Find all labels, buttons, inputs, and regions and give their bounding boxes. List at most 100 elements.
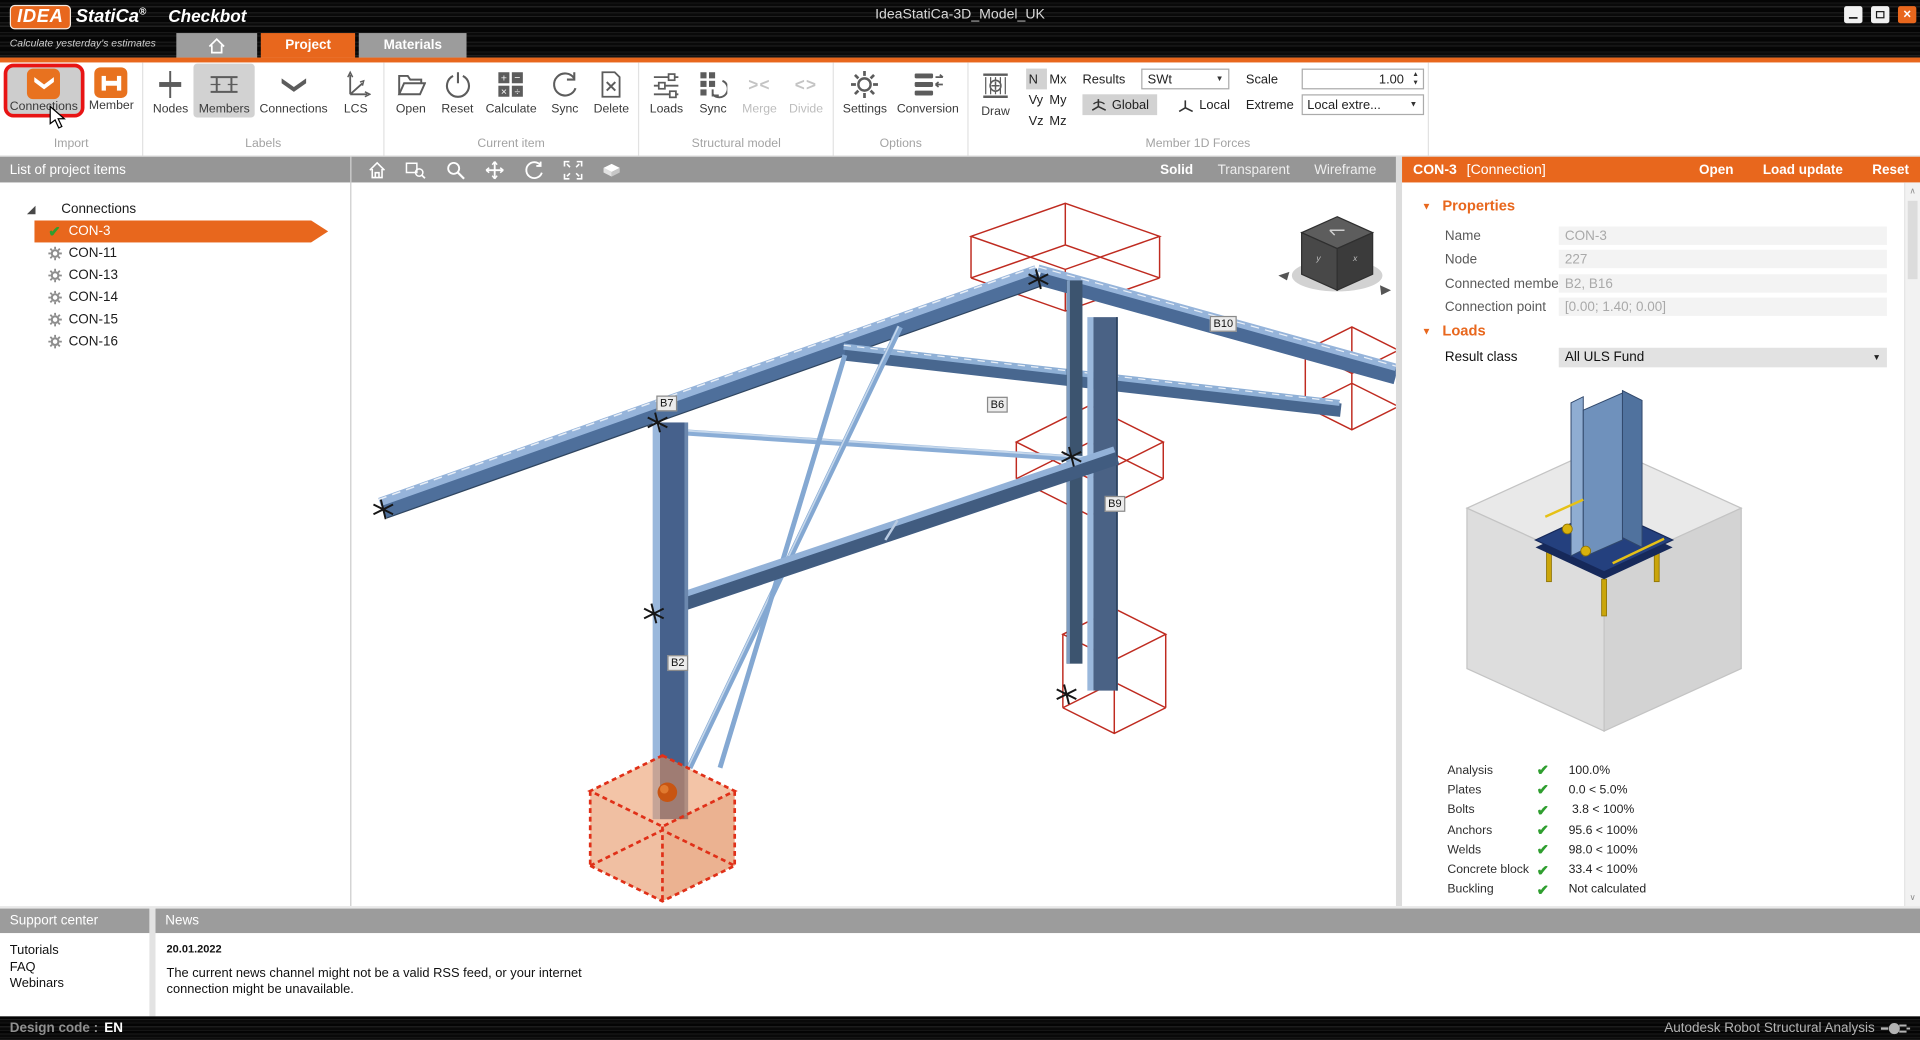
calculate-button[interactable]: + − × ÷ Calculate: [481, 64, 542, 118]
connection-name: CON-3: [1413, 162, 1457, 177]
spinner-arrows[interactable]: ▲▼: [1409, 70, 1422, 88]
collapse-icon: ▼: [1422, 325, 1432, 336]
labels-members-button[interactable]: Members: [194, 64, 255, 118]
maximize-button[interactable]: [1871, 6, 1889, 23]
scroll-up-icon[interactable]: ∧: [1905, 186, 1920, 196]
tree-item-con-3[interactable]: ✔ CON-3: [0, 220, 350, 242]
tree-item-con-14[interactable]: CON-14: [0, 287, 350, 309]
sync-model-button[interactable]: Sync: [690, 64, 737, 118]
force-component-grid: N Mx Vy My Vz Mz: [1026, 69, 1073, 131]
open-connection-button[interactable]: Open: [1699, 162, 1733, 177]
view-mode-solid[interactable]: Solid: [1160, 162, 1193, 177]
pan-icon[interactable]: [484, 159, 505, 180]
tagline: Calculate yesterday's estimates: [10, 37, 156, 49]
group-label-options: Options: [838, 137, 964, 155]
solid-brick-icon[interactable]: [601, 159, 622, 180]
sync-current-button[interactable]: Sync: [542, 64, 589, 118]
home-view-icon[interactable]: [366, 159, 387, 180]
force-mz-toggle[interactable]: Mz: [1047, 110, 1073, 131]
tree-item-con-11[interactable]: CON-11: [0, 242, 350, 264]
model-scene[interactable]: y x: [351, 182, 1395, 906]
connected-members-field[interactable]: B2, B16: [1559, 274, 1887, 292]
conversion-icon: [909, 67, 946, 101]
open-button[interactable]: Open: [388, 64, 435, 118]
divide-button[interactable]: <> Divide: [783, 64, 830, 118]
webinars-link[interactable]: Webinars: [10, 976, 140, 993]
group-label-current-item: Current item: [388, 137, 635, 155]
labels-lcs-button[interactable]: LCS: [333, 64, 380, 118]
properties-section-header[interactable]: ▼ Properties: [1422, 197, 1515, 214]
result-row-bolts: Bolts✔ 3.8 < 100%: [1402, 800, 1900, 820]
loads-button[interactable]: Loads: [643, 64, 690, 118]
merge-button[interactable]: >< Merge: [736, 64, 783, 118]
force-vy-toggle[interactable]: Vy: [1026, 89, 1047, 110]
local-axes-icon: [1178, 97, 1194, 112]
news-header: News: [156, 909, 1920, 933]
check-icon: ✔: [1537, 802, 1569, 819]
maximize-icon: [1876, 11, 1885, 18]
node-field[interactable]: 227: [1559, 250, 1887, 268]
name-field[interactable]: CON-3: [1559, 227, 1887, 245]
scrollbar-thumb[interactable]: [1908, 201, 1918, 279]
reset-connection-button[interactable]: Reset: [1872, 162, 1909, 177]
load-update-button[interactable]: Load update: [1763, 162, 1843, 177]
connection-point-label: Connection point: [1445, 298, 1546, 316]
sliders-icon: [648, 67, 685, 101]
tree-item-con-16[interactable]: CON-16: [0, 331, 350, 353]
viewport-3d[interactable]: Solid Transparent Wireframe: [351, 157, 1395, 906]
expander-icon[interactable]: [27, 205, 36, 214]
rotate-icon[interactable]: [523, 159, 544, 180]
import-connections-button[interactable]: Connections: [4, 64, 84, 118]
minimize-button[interactable]: ▁: [1844, 6, 1862, 23]
force-n-toggle[interactable]: N: [1026, 69, 1047, 90]
import-member-button[interactable]: Member: [84, 64, 139, 114]
connection-point-field[interactable]: [0.00; 1.40; 0.00]: [1559, 298, 1887, 316]
svg-text:x: x: [1352, 253, 1358, 263]
view-mode-transparent[interactable]: Transparent: [1218, 162, 1290, 177]
delete-button[interactable]: Delete: [588, 64, 635, 118]
gear-icon: [47, 290, 63, 305]
tutorials-link[interactable]: Tutorials: [10, 943, 140, 960]
scroll-down-icon[interactable]: ∨: [1905, 893, 1920, 903]
ribbon-group-member-forces: Draw N Mx Vy My Vz Mz Results SWt▼ Scale: [969, 62, 1429, 155]
collapse-icon: ▼: [1422, 200, 1432, 211]
force-mx-toggle[interactable]: Mx: [1047, 69, 1073, 90]
view-mode-wireframe[interactable]: Wireframe: [1314, 162, 1376, 177]
extreme-combo[interactable]: Local extre...▼: [1301, 94, 1423, 115]
reset-button[interactable]: Reset: [434, 64, 481, 118]
local-toggle[interactable]: Local: [1170, 94, 1239, 115]
close-button[interactable]: ×: [1898, 6, 1916, 23]
tab-home[interactable]: [176, 33, 257, 57]
force-vz-toggle[interactable]: Vz: [1026, 110, 1047, 131]
chevron-down-icon: ▼: [1872, 353, 1880, 362]
gear-icon: [847, 67, 884, 101]
tree-item-con-15[interactable]: CON-15: [0, 309, 350, 331]
divide-icon: <>: [788, 67, 825, 101]
draw-forces-button[interactable]: Draw: [972, 66, 1019, 120]
settings-button[interactable]: Settings: [838, 64, 892, 118]
vertical-scrollbar[interactable]: ∧ ∨: [1904, 182, 1920, 906]
tree-item-con-13[interactable]: CON-13: [0, 264, 350, 286]
svg-text:×: ×: [501, 87, 507, 98]
news-date: 20.01.2022: [167, 943, 1920, 955]
scale-spinner[interactable]: 1.00 ▲▼: [1301, 69, 1423, 90]
faq-link[interactable]: FAQ: [10, 959, 140, 976]
tab-project[interactable]: Project: [261, 33, 356, 57]
zoom-icon[interactable]: [444, 159, 465, 180]
zoom-fit-icon[interactable]: [562, 159, 583, 180]
tab-materials[interactable]: Materials: [359, 33, 466, 57]
global-toggle[interactable]: Global: [1082, 94, 1157, 115]
result-class-combo[interactable]: All ULS Fund ▼: [1559, 348, 1887, 368]
status-bar: Design code : EN Autodesk Robot Structur…: [0, 1016, 1920, 1039]
zoom-window-icon[interactable]: [405, 159, 426, 180]
results-combo[interactable]: SWt▼: [1142, 69, 1230, 90]
member-icon: [95, 67, 128, 98]
loads-section-header[interactable]: ▼ Loads: [1422, 322, 1486, 339]
labels-connections-button[interactable]: Connections: [255, 64, 333, 118]
force-my-toggle[interactable]: My: [1047, 89, 1073, 110]
support-center-panel: Support center Tutorials FAQ Webinars: [0, 909, 156, 1017]
connection-properties-body: ▼ Properties Name CON-3 Node 227 Connect…: [1402, 182, 1920, 906]
labels-nodes-button[interactable]: Nodes: [147, 64, 194, 118]
conversion-button[interactable]: Conversion: [892, 64, 964, 118]
tree-node-connections[interactable]: Connections: [0, 198, 350, 220]
